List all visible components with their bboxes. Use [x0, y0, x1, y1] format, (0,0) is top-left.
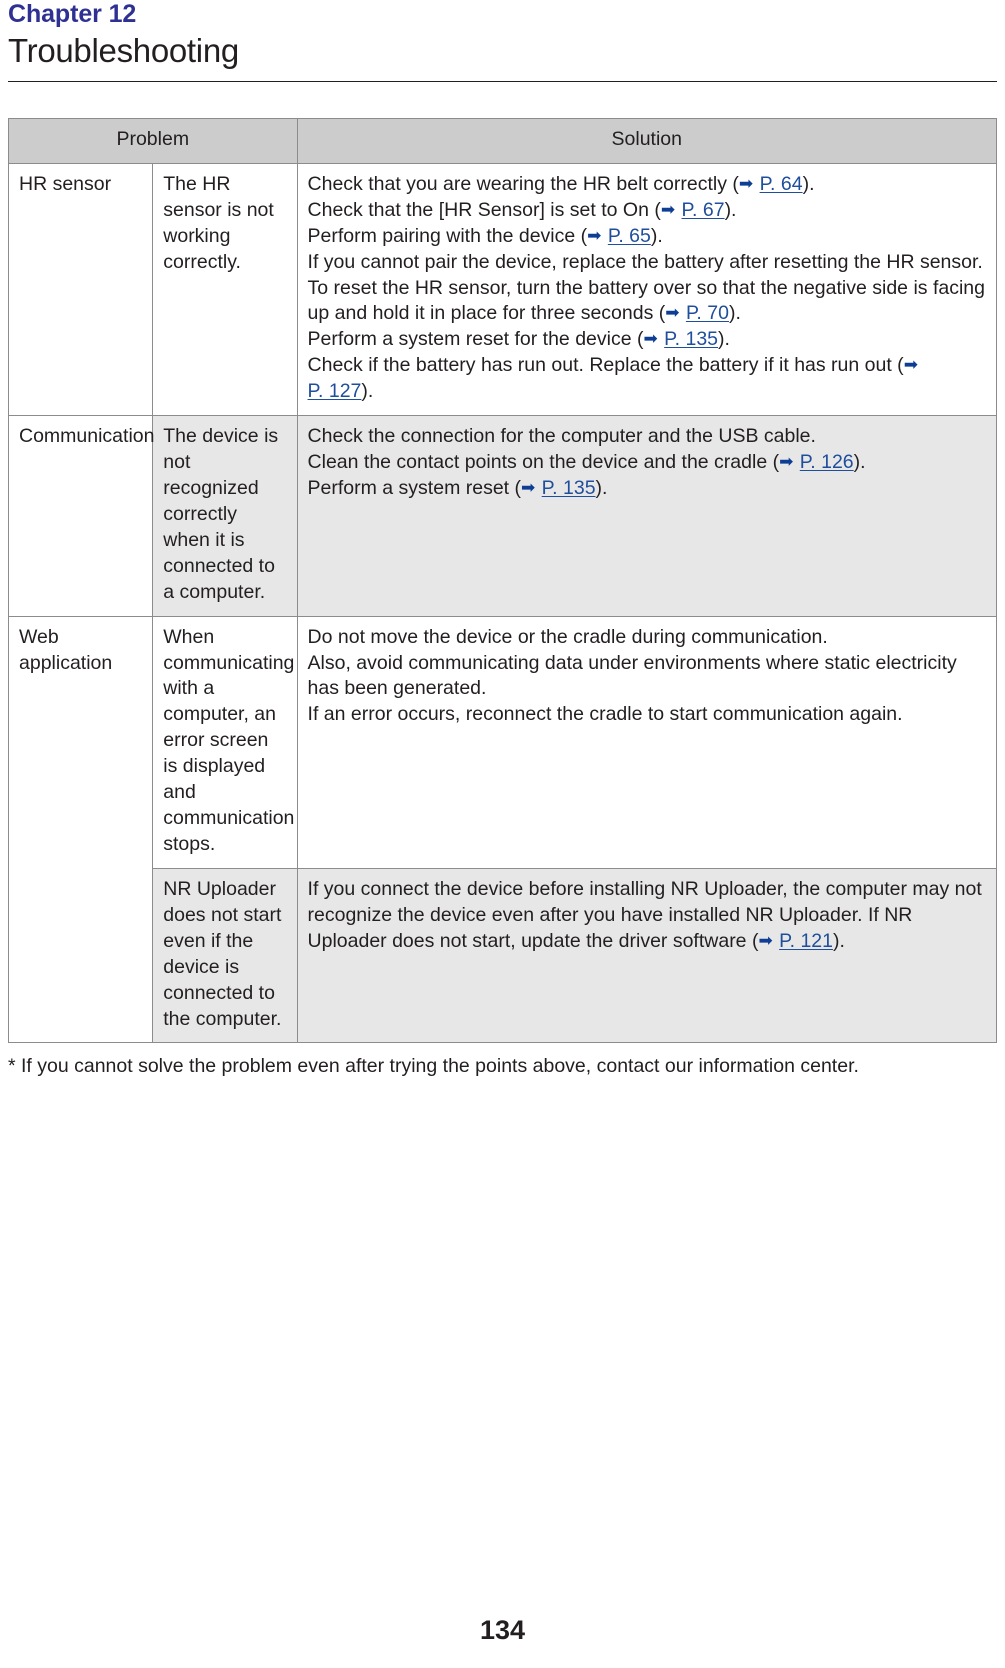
chapter-label: Chapter 12 [8, 0, 137, 28]
row-category-label: Web application [19, 625, 113, 674]
solution-line: Perform a system reset for the device (➡… [307, 328, 730, 351]
right-arrow-icon: ➡ [643, 329, 658, 349]
right-arrow-icon: ➡ [779, 452, 794, 472]
right-arrow-icon: ➡ [903, 355, 918, 375]
row-category-cell: Communication [7, 415, 155, 617]
page-title: Troubleshooting [8, 32, 239, 69]
page-reference-link[interactable]: P. 126 [800, 451, 854, 473]
right-arrow-icon: ➡ [660, 199, 676, 219]
row-problem-cell: NR Uploader does not start even if the d… [152, 867, 298, 1044]
solution-line: Clean the contact points on the device a… [307, 451, 866, 474]
header-divider [8, 80, 997, 82]
troubleshooting-table: Problem Solution HR sensor The HR sensor … [7, 117, 998, 1044]
table-row: NR Uploader does not start even if the d… [9, 867, 998, 1044]
right-arrow-icon: ➡ [665, 303, 680, 323]
row-solution-cell: Check the connection for the computer an… [296, 415, 998, 617]
solution-line: If you cannot pair the device, replace t… [307, 250, 985, 325]
solution-line: Perform a system reset (➡ P. 135). [307, 477, 608, 499]
column-header-problem: Problem [8, 117, 298, 164]
solution-line: If an error occurs, reconnect the cradle… [307, 703, 903, 726]
row-category-cell: HR sensor [7, 162, 154, 417]
page-reference-link[interactable]: P. 70 [686, 302, 729, 324]
right-arrow-icon: ➡ [758, 930, 773, 950]
table-header-row: Problem Solution [8, 117, 998, 164]
row-problem-cell: The device is not recognized correctly w… [152, 415, 298, 617]
page-number: 134 [479, 1615, 526, 1645]
solution-line: Check that the [HR Sensor] is set to On … [307, 198, 737, 221]
column-header-solution: Solution [296, 117, 998, 164]
page-reference-link[interactable]: P. 67 [682, 199, 725, 221]
right-arrow-icon: ➡ [738, 173, 754, 193]
page-reference-link[interactable]: P. 64 [760, 173, 803, 195]
row-solution-cell: If you connect the device before install… [296, 867, 998, 1044]
table-row: HR sensor The HR sensor is not working co… [7, 162, 998, 417]
right-arrow-icon: ➡ [521, 478, 536, 497]
solution-line: Also, avoid communicating data under env… [307, 651, 957, 700]
row-problem-cell: When communicating with a computer, an e… [152, 615, 298, 869]
page-reference-link[interactable]: P. 135 [664, 328, 718, 350]
page-header: Chapter 12 Troubleshooting [0, 0, 1005, 82]
solution-line: Check the connection for the computer an… [307, 425, 816, 448]
row-solution-cell: Do not move the device or the cradle dur… [296, 615, 998, 869]
row-problem-cell: The HR sensor is not working correctly. [152, 162, 298, 417]
troubleshooting-table-wrap: Problem Solution HR sensor The HR sensor … [0, 117, 1005, 1044]
solution-line: Do not move the device or the cradle dur… [307, 625, 828, 648]
row-category-cell: Web application [7, 615, 154, 1044]
right-arrow-icon: ➡ [587, 225, 602, 245]
page-reference-link[interactable]: P. 135 [542, 477, 596, 499]
footnote: * If you cannot solve the problem even a… [8, 1055, 859, 1078]
document-page: Chapter 12 Troubleshooting Problem Solut… [0, 0, 1005, 1668]
solution-line: Perform pairing with the device (➡ P. 65… [307, 224, 663, 247]
table-head: Problem Solution [8, 117, 998, 164]
table-body: HR sensor The HR sensor is not working co… [7, 162, 998, 1044]
table-row: Communication The device is not recognize… [7, 415, 998, 617]
solution-line: If you connect the device before install… [307, 877, 982, 952]
table-row: Web application When communicating with a… [7, 615, 998, 1044]
page-reference-link[interactable]: P. 65 [608, 225, 651, 247]
solution-line: Check if the battery has run out. Replac… [307, 354, 918, 403]
row-category-label: HR sensor [19, 172, 112, 195]
solution-line: Check that you are wearing the HR belt c… [307, 172, 815, 195]
page-reference-link[interactable]: P. 127 [308, 380, 362, 402]
row-category-label: Communication [19, 425, 155, 448]
page-reference-link[interactable]: P. 121 [779, 930, 833, 952]
row-solution-cell: Check that you are wearing the HR belt c… [296, 162, 998, 417]
